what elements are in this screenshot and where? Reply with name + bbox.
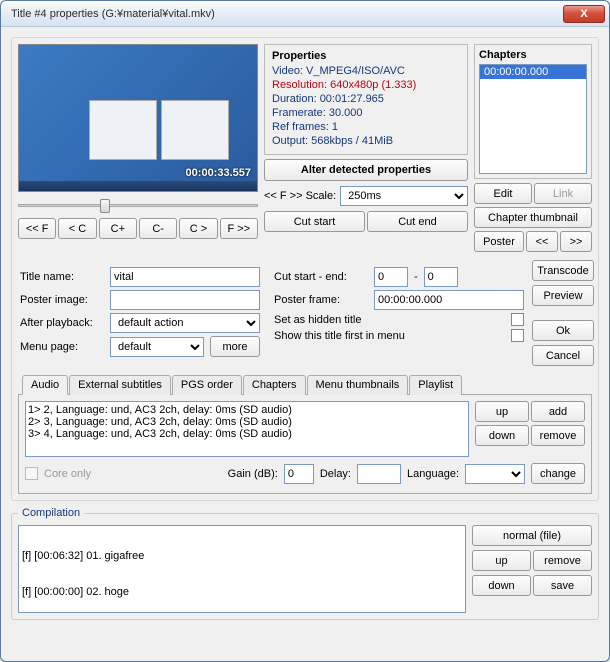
tab-pgs-order[interactable]: PGS order (172, 375, 242, 395)
hidden-title-label: Set as hidden title (274, 314, 505, 326)
cut-end-button[interactable]: Cut end (367, 211, 468, 232)
showfirst-checkbox[interactable] (511, 329, 524, 342)
showfirst-label: Show this title first in menu (274, 330, 505, 342)
frame-back-button[interactable]: << F (18, 218, 56, 239)
language-select[interactable] (465, 464, 525, 484)
poster-prev-button[interactable]: << (526, 231, 558, 252)
chapters-heading: Chapters (479, 49, 587, 61)
preview-timestamp: 00:00:33.557 (186, 167, 251, 179)
tab-external-subtitles[interactable]: External subtitles (69, 375, 171, 395)
audio-add-button[interactable]: add (531, 401, 585, 422)
prop-framerate: Framerate: 30.000 (272, 107, 460, 119)
video-preview[interactable]: 00:00:33.557 (18, 44, 258, 192)
tab-audio[interactable]: Audio (22, 375, 68, 395)
close-icon: X (580, 8, 587, 20)
window-title: Title #4 properties (G:¥material¥vital.m… (11, 8, 563, 20)
gain-label: Gain (dB): (228, 468, 278, 480)
titlename-input[interactable] (110, 267, 260, 287)
seek-slider[interactable] (18, 195, 258, 215)
chapter-thumbnail-button[interactable]: Chapter thumbnail (474, 207, 592, 228)
properties-box: Properties Video: V_MPEG4/ISO/AVC Resolu… (264, 44, 468, 155)
tab-menu-thumbnails[interactable]: Menu thumbnails (307, 375, 409, 395)
compilation-list[interactable]: [f] [00:06:32] 01. gigafree [f] [00:00:0… (18, 525, 466, 613)
comp-save-button[interactable]: save (533, 575, 592, 596)
delay-label: Delay: (320, 468, 351, 480)
tab-strip: Audio External subtitles PGS order Chapt… (18, 374, 592, 395)
afterplayback-label: After playback: (20, 317, 104, 329)
coreonly-checkbox[interactable] (25, 467, 38, 480)
chapter-back-button[interactable]: < C (58, 218, 96, 239)
cut-start-button[interactable]: Cut start (264, 211, 365, 232)
close-button[interactable]: X (563, 5, 605, 23)
prop-resolution: Resolution: 640x480p (1.333) (272, 79, 460, 91)
hidden-title-checkbox[interactable] (511, 313, 524, 326)
slider-thumb[interactable] (100, 199, 110, 213)
preview-button[interactable]: Preview (532, 285, 594, 306)
menupage-select[interactable]: default (110, 337, 204, 357)
audio-down-button[interactable]: down (475, 425, 529, 446)
titlebar[interactable]: Title #4 properties (G:¥material¥vital.m… (1, 1, 609, 27)
gain-input[interactable] (284, 464, 314, 484)
afterplayback-select[interactable]: default action (110, 313, 260, 333)
poster-button[interactable]: Poster (474, 231, 524, 252)
more-button[interactable]: more (210, 336, 260, 357)
chapters-list[interactable]: 00:00:00.000 (479, 64, 587, 174)
change-button[interactable]: change (531, 463, 585, 484)
cutstart-input[interactable] (374, 267, 408, 287)
c-plus-button[interactable]: C+ (99, 218, 137, 239)
posterimage-label: Poster image: (20, 294, 104, 306)
tab-playlist[interactable]: Playlist (409, 375, 462, 395)
prop-video: Video: V_MPEG4/ISO/AVC (272, 65, 460, 77)
titlename-label: Title name: (20, 271, 104, 283)
compilation-heading: Compilation (18, 507, 84, 519)
posterframe-input[interactable] (374, 290, 524, 310)
alter-properties-button[interactable]: Alter detected properties (264, 159, 468, 181)
audio-tracks-list[interactable]: 1> 2, Language: und, AC3 2ch, delay: 0ms… (25, 401, 469, 457)
properties-heading: Properties (272, 50, 460, 62)
poster-next-button[interactable]: >> (560, 231, 592, 252)
scale-select[interactable]: 250ms (340, 186, 468, 206)
coreonly-label: Core only (44, 468, 91, 480)
audio-up-button[interactable]: up (475, 401, 529, 422)
cutstartend-label: Cut start - end: (274, 271, 368, 283)
comp-normal-button[interactable]: normal (file) (472, 525, 592, 546)
transcode-button[interactable]: Transcode (532, 260, 594, 281)
ok-button[interactable]: Ok (532, 320, 594, 341)
chapter-fwd-button[interactable]: C > (179, 218, 217, 239)
chapter-link-button[interactable]: Link (534, 183, 592, 204)
language-label: Language: (407, 468, 459, 480)
cancel-button[interactable]: Cancel (532, 345, 594, 366)
compilation-item[interactable]: [f] [00:00:00] 02. hoge (19, 586, 465, 598)
posterimage-input[interactable] (110, 290, 260, 310)
frame-fwd-button[interactable]: F >> (220, 218, 258, 239)
chapter-edit-button[interactable]: Edit (474, 183, 532, 204)
comp-remove-button[interactable]: remove (533, 550, 592, 571)
compilation-group: Compilation [f] [00:06:32] 01. gigafree … (11, 507, 599, 620)
prop-output: Output: 568kbps / 41MiB (272, 135, 460, 147)
cutend-input[interactable] (424, 267, 458, 287)
compilation-item[interactable]: [f] [00:06:32] 01. gigafree (19, 550, 465, 562)
comp-down-button[interactable]: down (472, 575, 531, 596)
menupage-label: Menu page: (20, 341, 104, 353)
c-minus-button[interactable]: C- (139, 218, 177, 239)
audio-remove-button[interactable]: remove (531, 425, 585, 446)
chapter-item[interactable]: 00:00:00.000 (480, 65, 586, 79)
scale-label: << F >> Scale: (264, 190, 336, 202)
prop-duration: Duration: 00:01:27.965 (272, 93, 460, 105)
posterframe-label: Poster frame: (274, 294, 368, 306)
tab-chapters[interactable]: Chapters (243, 375, 306, 395)
prop-refframes: Ref frames: 1 (272, 121, 460, 133)
comp-up-button[interactable]: up (472, 550, 531, 571)
delay-input[interactable] (357, 464, 401, 484)
